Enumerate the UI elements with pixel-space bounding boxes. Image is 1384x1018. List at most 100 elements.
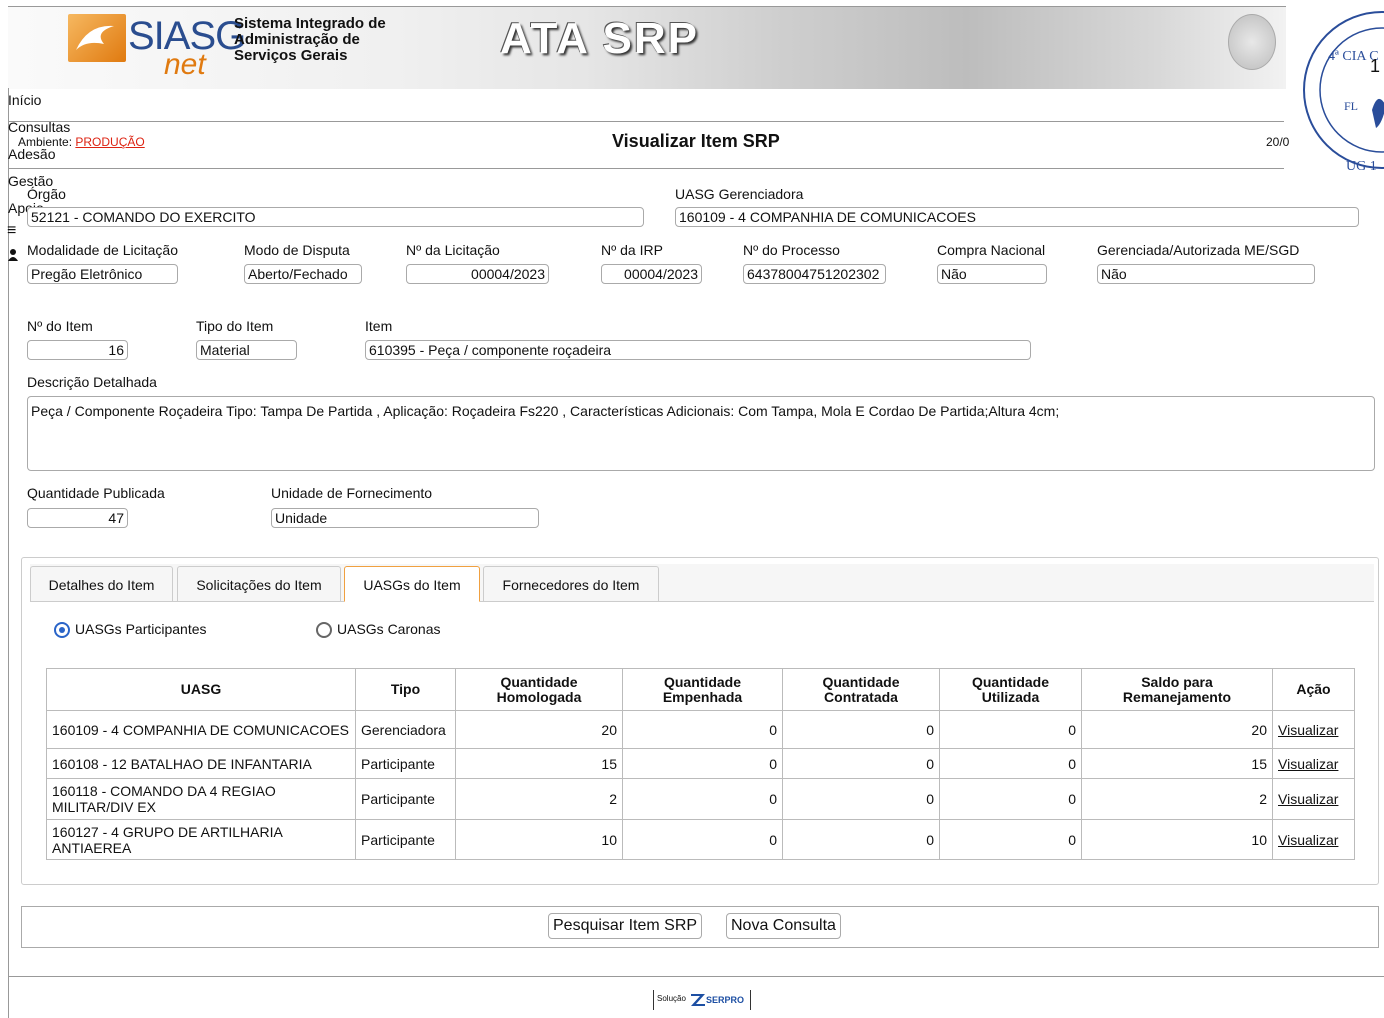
system-name-line3: Serviços Gerais [234,47,348,64]
title-top-rule [8,121,1284,122]
table-row: 160108 - 12 BATALHAO DE INFANTARIA Parti… [46,748,1355,779]
cell-uasg: 160108 - 12 BATALHAO DE INFANTARIA [46,748,356,779]
item-field[interactable]: 610395 - Peça / componente roçadeira [365,340,1031,360]
pesquisar-button[interactable]: Pesquisar Item SRP [548,913,703,939]
banner-title: ATA SRP [500,14,699,63]
coat-of-arms-icon [1228,14,1276,70]
cell-saldo: 20 [1081,710,1273,749]
uasg-label: UASG Gerenciadora [675,186,804,202]
tab-fornecedores[interactable]: Fornecedores do Item [483,566,659,601]
cell-saldo: 2 [1081,778,1273,820]
radio-caronas[interactable] [316,622,332,638]
cell-homologada: 10 [455,819,623,860]
page-title: Visualizar Item SRP [612,131,780,151]
item-label: Item [365,318,393,334]
cell-acao: Visualizar [1272,748,1355,779]
num-item-field[interactable]: 16 [27,340,128,360]
tab-solicitacoes[interactable]: Solicitações do Item [177,566,341,601]
licitacao-field[interactable]: 00004/2023 [406,264,549,284]
nav-inicio[interactable]: Início [8,92,41,108]
compra-field[interactable]: Não [937,264,1047,284]
unidade-field[interactable]: Unidade [271,508,539,528]
cell-utilizada: 0 [939,710,1082,749]
cell-acao: Visualizar [1272,778,1355,820]
cell-utilizada: 0 [939,778,1082,820]
cell-uasg: 160118 - COMANDO DA 4 REGIAO MILITAR/DIV… [46,778,356,820]
modalidade-field[interactable]: Pregão Eletrônico [27,264,178,284]
cell-saldo: 10 [1081,819,1273,860]
cell-tipo: Participante [355,778,456,820]
cell-empenhada: 0 [622,710,783,749]
tab-detalhes[interactable]: Detalhes do Item [30,566,173,601]
cell-homologada: 2 [455,778,623,820]
cell-contratada: 0 [782,710,940,749]
modalidade-label: Modalidade de Licitação [27,242,178,258]
menu-icon[interactable]: ≡ [7,222,16,240]
tipo-item-label: Tipo do Item [196,318,274,334]
radio-caronas-label[interactable]: UASGs Caronas [337,621,440,637]
uasg-field[interactable]: 160109 - 4 COMPANHIA DE COMUNICACOES [675,207,1359,227]
visualizar-link[interactable]: Visualizar [1278,791,1338,807]
ambiente-label: Ambiente: [18,135,73,149]
irp-label: Nº da IRP [601,242,663,258]
cell-empenhada: 0 [622,748,783,779]
cell-utilizada: 0 [939,748,1082,779]
svg-text:UG 1: UG 1 [1346,159,1377,174]
processo-field[interactable]: 64378004751202302 [743,264,886,284]
tipo-item-field[interactable]: Material [196,340,297,360]
qtd-field[interactable]: 47 [27,508,128,528]
serpro-icon [690,991,706,1007]
descricao-label: Descrição Detalhada [27,374,157,390]
licitacao-label: Nº da Licitação [406,242,500,258]
cell-saldo: 15 [1081,748,1273,779]
cell-uasg: 160127 - 4 GRUPO DE ARTILHARIA ANTIAEREA [46,819,356,860]
processo-label: Nº do Processo [743,242,840,258]
modo-field[interactable]: Aberto/Fechado [244,264,362,284]
uasgs-table: UASG Tipo Quantidade Homologada Quantida… [46,668,1355,860]
col-empenhada: Quantidade Empenhada [622,668,783,711]
ambiente-link[interactable]: PRODUÇÃO [75,135,144,149]
qtd-label: Quantidade Publicada [27,485,165,501]
system-name-line1: Sistema Integrado de [234,15,386,32]
solucao-label: Solução [657,994,686,1003]
col-uasg: UASG [46,668,356,711]
nova-consulta-button[interactable]: Nova Consulta [726,913,841,939]
cell-tipo: Gerenciadora [355,710,456,749]
cell-tipo: Participante [355,748,456,779]
cell-acao: Visualizar [1272,710,1355,749]
cell-acao: Visualizar [1272,819,1355,860]
unidade-label: Unidade de Fornecimento [271,485,433,501]
cell-contratada: 0 [782,748,940,779]
system-name-line2: Administração de [234,31,360,48]
user-icon[interactable] [8,248,18,261]
page-date: 20/0 [1266,135,1290,149]
gerenciada-field[interactable]: Não [1097,264,1315,284]
cell-contratada: 0 [782,819,940,860]
radio-participantes-label[interactable]: UASGs Participantes [75,621,207,637]
serpro-logo: Solução SERPRO [653,990,751,1010]
table-row: 160109 - 4 COMPANHIA DE COMUNICACOES Ger… [46,710,1355,749]
siasg-logo-icon [68,14,126,62]
footer-rule [8,976,1384,977]
col-homologada: Quantidade Homologada [455,668,623,711]
table-row: 160118 - COMANDO DA 4 REGIAO MILITAR/DIV… [46,778,1355,820]
cell-contratada: 0 [782,778,940,820]
tab-uasgs[interactable]: UASGs do Item [344,566,480,602]
col-contratada: Quantidade Contratada [782,668,940,711]
radio-participantes[interactable] [54,622,70,638]
cell-uasg: 160109 - 4 COMPANHIA DE COMUNICACOES [46,710,356,749]
irp-field[interactable]: 00004/2023 [601,264,702,284]
visualizar-link[interactable]: Visualizar [1278,722,1338,738]
cell-homologada: 15 [455,748,623,779]
orgao-label: Órgão [27,186,66,202]
cell-empenhada: 0 [622,819,783,860]
cell-empenhada: 0 [622,778,783,820]
table-header-row: UASG Tipo Quantidade Homologada Quantida… [46,668,1355,711]
title-bottom-rule [8,168,1284,169]
col-saldo: Saldo para Remanejamento [1081,668,1273,711]
visualizar-link[interactable]: Visualizar [1278,832,1338,848]
descricao-field[interactable]: Peça / Componente Roçadeira Tipo: Tampa … [27,396,1375,471]
orgao-field[interactable]: 52121 - COMANDO DO EXERCITO [27,207,644,227]
visualizar-link[interactable]: Visualizar [1278,756,1338,772]
serpro-label: SERPRO [706,995,745,1005]
